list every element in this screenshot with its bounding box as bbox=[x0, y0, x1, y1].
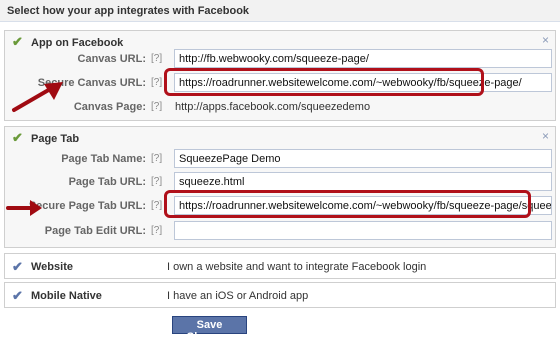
canvas-url-input[interactable]: http://fb.webwooky.com/squeeze-page/ bbox=[174, 49, 552, 68]
check-outline-icon: ✔ bbox=[12, 288, 23, 303]
canvas-page-help[interactable]: [?] bbox=[151, 101, 162, 112]
page-tab-title: Page Tab bbox=[31, 133, 80, 145]
canvas-page-value: http://apps.facebook.com/squeezedemo bbox=[175, 101, 371, 113]
close-icon[interactable]: × bbox=[542, 33, 549, 47]
canvas-page-label: Canvas Page: bbox=[73, 101, 146, 113]
arrow-icon bbox=[6, 200, 42, 216]
arrow-icon bbox=[12, 82, 63, 112]
canvas-page-row: Canvas Page: [?] http://apps.facebook.co… bbox=[5, 97, 557, 117]
canvas-url-row: Canvas URL: [?] http://fb.webwooky.com/s… bbox=[5, 49, 557, 69]
check-outline-icon: ✔ bbox=[12, 259, 23, 274]
save-changes-button[interactable]: Save Changes bbox=[172, 316, 247, 341]
page-tab-url-input[interactable]: squeeze.html bbox=[174, 172, 552, 191]
mobile-native-title: Mobile Native bbox=[31, 290, 102, 302]
page-tab-panel: ✔ Page Tab × Page Tab Name: [?] SqueezeP… bbox=[4, 126, 556, 248]
mobile-native-description: I have an iOS or Android app bbox=[167, 290, 309, 302]
secure-page-tab-url-label: Secure Page Tab URL: bbox=[28, 200, 146, 212]
canvas-url-label: Canvas URL: bbox=[77, 53, 146, 65]
page-tab-name-label: Page Tab Name: bbox=[61, 153, 146, 165]
page-tab-edit-url-row: Page Tab Edit URL: [?] bbox=[5, 221, 557, 241]
page-tab-url-label: Page Tab URL: bbox=[68, 176, 146, 188]
check-icon: ✔ bbox=[12, 34, 23, 49]
secure-page-tab-url-help[interactable]: [?] bbox=[151, 200, 162, 211]
mobile-native-panel[interactable]: ✔ Mobile Native I have an iOS or Android… bbox=[4, 282, 556, 308]
page-tab-name-help[interactable]: [?] bbox=[151, 153, 162, 164]
website-panel[interactable]: ✔ Website I own a website and want to in… bbox=[4, 253, 556, 279]
website-title: Website bbox=[31, 261, 73, 273]
close-icon[interactable]: × bbox=[542, 129, 549, 143]
page-tab-name-input[interactable]: SqueezePage Demo bbox=[174, 149, 552, 168]
secure-canvas-url-highlight bbox=[164, 68, 484, 96]
page-tab-edit-url-label: Page Tab Edit URL: bbox=[44, 225, 146, 237]
secure-page-tab-url-highlight bbox=[164, 190, 531, 218]
page-tab-url-help[interactable]: [?] bbox=[151, 176, 162, 187]
secure-canvas-url-help[interactable]: [?] bbox=[151, 77, 162, 88]
page-tab-url-row: Page Tab URL: [?] squeeze.html bbox=[5, 172, 557, 192]
page-tab-edit-url-help[interactable]: [?] bbox=[151, 225, 162, 236]
page-tab-edit-url-input[interactable] bbox=[174, 221, 552, 240]
section-header: Select how your app integrates with Face… bbox=[0, 0, 560, 22]
app-on-facebook-title: App on Facebook bbox=[31, 37, 124, 49]
page-tab-name-row: Page Tab Name: [?] SqueezePage Demo bbox=[5, 149, 557, 169]
website-description: I own a website and want to integrate Fa… bbox=[167, 261, 427, 273]
check-icon: ✔ bbox=[12, 130, 23, 145]
canvas-url-help[interactable]: [?] bbox=[151, 53, 162, 64]
